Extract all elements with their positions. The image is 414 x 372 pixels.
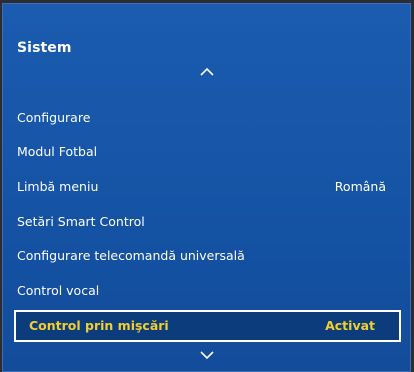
menu-item-label: Control vocal — [17, 282, 100, 298]
menu-item-setari-smart-control[interactable]: Setări Smart Control — [16, 204, 400, 239]
system-settings-panel: Sistem Configurare Modul Fotbal Limbă me… — [2, 3, 411, 372]
menu-item-configurare[interactable]: Configurare — [16, 100, 400, 135]
menu-item-label: Configurare — [17, 109, 91, 125]
menu-item-limba-meniu[interactable]: Limbă meniu Română — [16, 169, 400, 204]
panel-title: Sistem — [17, 40, 72, 56]
menu-item-label: Modul Fotbal — [17, 144, 98, 160]
chevron-up-icon[interactable] — [199, 67, 215, 77]
tv-screen: Sistem Configurare Modul Fotbal Limbă me… — [0, 0, 414, 372]
menu-item-label: Setări Smart Control — [17, 213, 145, 229]
menu-item-modul-fotbal[interactable]: Modul Fotbal — [16, 135, 400, 170]
chevron-down-icon[interactable] — [199, 350, 215, 360]
menu-item-label: Control prin mişcări — [29, 318, 169, 334]
menu-item-value: Activat — [325, 318, 375, 334]
menu-item-value: Română — [334, 178, 386, 194]
menu-item-control-vocal[interactable]: Control vocal — [16, 273, 400, 308]
menu-item-control-prin-miscari[interactable]: Control prin mişcări Activat — [14, 309, 401, 342]
settings-menu: Configurare Modul Fotbal Limbă meniu Rom… — [14, 100, 401, 342]
menu-item-label: Limbă meniu — [17, 178, 99, 194]
menu-item-label: Configurare telecomandă universală — [17, 248, 245, 264]
menu-item-configurare-telecomanda[interactable]: Configurare telecomandă universală — [16, 238, 400, 273]
